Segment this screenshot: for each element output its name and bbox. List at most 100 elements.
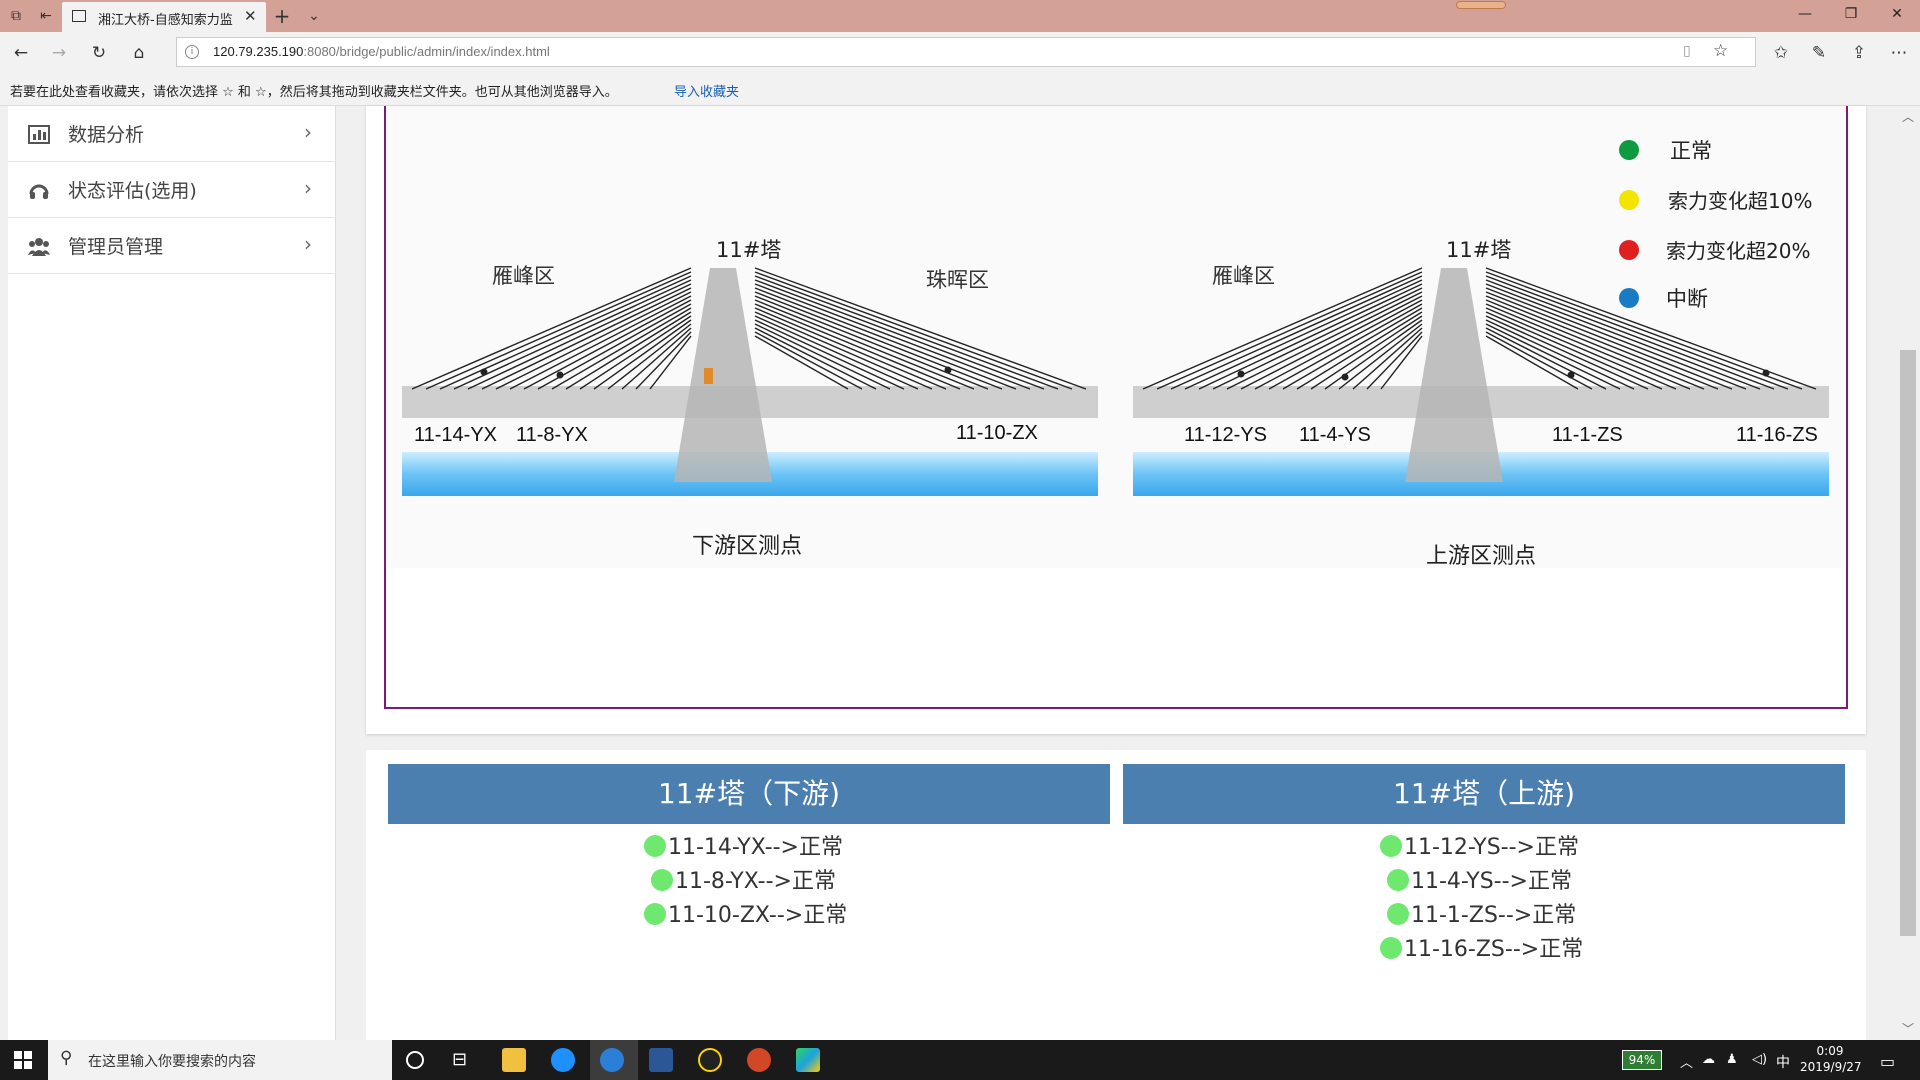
point-label: 11-1-ZS [1552, 424, 1623, 446]
sidebar-item-admin-mgmt[interactable]: 管理员管理 › [8, 218, 336, 274]
upstream-tower [1405, 268, 1503, 482]
import-favorites-link[interactable]: 导入收藏夹 [674, 81, 739, 100]
status-item: 11-8-YX-->正常 [651, 863, 836, 895]
favorite-star-icon[interactable]: ☆ [1713, 41, 1728, 61]
tab-preview-chevron-icon[interactable]: ⌄ [304, 6, 324, 26]
legend-dot-break [1619, 288, 1639, 308]
chevron-right-icon: › [304, 232, 312, 256]
forward-icon[interactable]: → [48, 42, 70, 64]
scroll-thumb[interactable] [1900, 350, 1916, 936]
media-player-icon[interactable] [796, 1048, 820, 1072]
downstream-right-zone: 珠晖区 [926, 268, 989, 292]
point-label: 11-14-YX [414, 424, 498, 446]
scroll-up-icon[interactable]: ︿ [1902, 108, 1914, 125]
page-icon [72, 10, 86, 22]
url-text: 120.79.235.190:8080/bridge/public/admin/… [213, 44, 550, 59]
legend-dot-10 [1619, 190, 1639, 210]
status-ok-icon [1387, 869, 1409, 891]
status-item: 11-1-ZS-->正常 [1387, 897, 1576, 929]
drag-handle[interactable] [1456, 1, 1506, 9]
notifications-icon[interactable]: ▭ [1880, 1052, 1895, 1071]
chevron-right-icon: › [304, 176, 312, 200]
qq-icon[interactable] [698, 1048, 722, 1072]
downstream-left-zone: 雁峰区 [492, 264, 555, 288]
info-icon[interactable]: i [185, 45, 199, 59]
point-label: 11-12-YS [1184, 424, 1268, 446]
legend-dot-20 [1619, 240, 1639, 260]
ime-indicator[interactable]: 中 [1776, 1052, 1790, 1072]
sidebar-item-label: 数据分析 [68, 124, 145, 146]
restore-icon[interactable]: ❐ [1836, 6, 1866, 26]
taskbar-search[interactable]: ⚲ 在这里输入你要搜索的内容 [48, 1040, 392, 1080]
downstream-tower-label: 11#塔 [716, 238, 782, 262]
point-label: 11-8-YX [516, 424, 588, 446]
bridge-svg [402, 140, 1829, 496]
upstream-status-header: 11#塔（上游) [1123, 764, 1845, 824]
sidebar-item-data-analysis[interactable]: 数据分析 › [8, 106, 336, 162]
refresh-icon[interactable]: ↻ [88, 42, 110, 64]
downstream-tower [674, 268, 772, 482]
more-icon[interactable]: ⋯ [1888, 42, 1910, 64]
status-ok-icon [1380, 835, 1402, 857]
pen-icon[interactable]: ✎ [1808, 42, 1830, 64]
reading-view-icon[interactable]: ▯ [1683, 43, 1691, 59]
new-tab-icon[interactable]: + [272, 6, 292, 26]
users-icon [28, 238, 50, 256]
qq-tray-icon[interactable]: ♟ [1726, 1052, 1738, 1067]
status-item: 11-10-ZX-->正常 [644, 897, 847, 929]
downstream-caption: 下游区测点 [692, 534, 803, 559]
sidebar-item-label: 管理员管理 [68, 236, 164, 258]
status-item: 11-16-ZS-->正常 [1380, 931, 1583, 963]
back-icon[interactable]: ← [10, 42, 32, 64]
share-icon[interactable]: ⇪ [1848, 42, 1870, 64]
upstream-bridge [1133, 267, 1829, 496]
windows-start-icon[interactable] [14, 1051, 32, 1069]
search-placeholder: 在这里输入你要搜索的内容 [88, 1054, 256, 1070]
legend-label: 索力变化超10% [1668, 189, 1813, 213]
cortana-icon[interactable] [406, 1051, 424, 1069]
page-scrollbar[interactable]: ︿ ﹀ [1896, 106, 1920, 1040]
cloud-icon[interactable]: ☁ [1702, 1052, 1715, 1067]
browser-tab[interactable]: 湘江大桥-自感知索力监 ✕ [62, 2, 266, 32]
upstream-tower-label: 11#塔 [1446, 238, 1512, 262]
status-ok-icon [1387, 903, 1409, 925]
home-icon[interactable]: ⌂ [128, 42, 150, 64]
sidebar-item-label: 状态评估(选用) [68, 180, 197, 202]
scroll-down-icon[interactable]: ﹀ [1902, 1020, 1914, 1037]
file-explorer-icon[interactable] [502, 1048, 526, 1072]
powerpoint-icon[interactable] [747, 1048, 771, 1072]
tab-actions-icon[interactable]: ⧉ [6, 6, 26, 26]
downstream-status-header: 11#塔（下游) [388, 764, 1110, 824]
upstream-caption: 上游区测点 [1426, 544, 1537, 569]
edge-icon[interactable] [600, 1048, 624, 1072]
close-window-icon[interactable]: ✕ [1882, 6, 1912, 26]
downstream-bridge [402, 267, 1098, 496]
navigation-bar: ← → ↻ ⌂ i 120.79.235.190:8080/bridge/pub… [0, 32, 1920, 72]
task-view-icon[interactable]: ⊟ [452, 1049, 467, 1070]
status-ok-icon [1380, 937, 1402, 959]
address-bar[interactable]: i 120.79.235.190:8080/bridge/public/admi… [176, 37, 1756, 67]
set-aside-tabs-icon[interactable]: ⇤ [36, 6, 56, 26]
sidebar-item-status-eval[interactable]: 状态评估(选用) › [8, 162, 336, 218]
status-ok-icon [644, 835, 666, 857]
legend-dot-normal [1619, 140, 1639, 160]
favorites-bar: 若要在此处查看收藏夹，请依次选择 ☆ 和 ☆，然后将其拖动到收藏夹栏文件夹。也可… [0, 72, 1920, 106]
status-item: 11-4-YS-->正常 [1387, 863, 1572, 895]
legend-label: 索力变化超20% [1666, 239, 1811, 263]
tab-title: 湘江大桥-自感知索力监 [98, 13, 233, 28]
favorites-hub-icon[interactable]: ✩ [1770, 42, 1792, 64]
headset-icon [29, 184, 49, 199]
show-hidden-icons-icon[interactable]: ︿ [1680, 1052, 1693, 1071]
legend-label: 中断 [1666, 287, 1708, 311]
clock[interactable]: 0:09 2019/9/27 [1800, 1043, 1862, 1075]
word-icon[interactable] [649, 1048, 673, 1072]
minimize-icon[interactable]: — [1790, 6, 1820, 26]
battery-indicator[interactable]: 94% [1622, 1050, 1662, 1070]
close-tab-icon[interactable]: ✕ [244, 7, 257, 25]
volume-icon[interactable]: ◁) [1752, 1052, 1767, 1067]
bar-chart-icon [28, 125, 50, 144]
legend-label: 正常 [1670, 139, 1712, 163]
clock-time: 0:09 [1816, 1044, 1844, 1058]
qq-browser-icon[interactable] [551, 1048, 575, 1072]
upstream-left-zone: 雁峰区 [1212, 264, 1275, 288]
